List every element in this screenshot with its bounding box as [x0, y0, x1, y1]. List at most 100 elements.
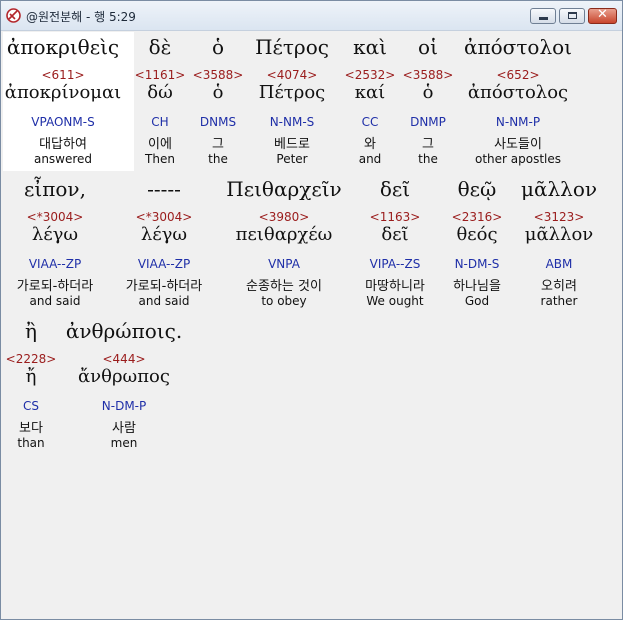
- strong-number[interactable]: <2532>: [345, 68, 396, 82]
- greek-word: εἶπον,: [24, 177, 86, 201]
- greek-word: ἀποκριθεὶς: [6, 35, 120, 59]
- korean-gloss: 마땅하니라: [365, 279, 425, 294]
- lemma: ἀπόστολος: [467, 82, 569, 103]
- korean-gloss: 보다: [19, 421, 43, 436]
- english-gloss: the: [208, 152, 228, 166]
- lemma: καί: [354, 82, 386, 103]
- parsing-code: VIAA--ZP: [28, 257, 82, 271]
- korean-gloss: 사람: [112, 421, 136, 436]
- lemma: λέγω: [140, 224, 188, 245]
- parsing-code: N-DM-S: [454, 257, 500, 271]
- korean-gloss: 사도들이: [494, 137, 542, 152]
- greek-word: ἀπόστολοι: [463, 35, 573, 59]
- parsing-code: N-NM-P: [495, 115, 541, 129]
- english-gloss: We ought: [366, 294, 424, 308]
- greek-word: Πειθαρχεῖν: [226, 177, 342, 201]
- parsing-code: VIPA--ZS: [369, 257, 421, 271]
- parsing-code: CS: [23, 399, 39, 413]
- strong-number[interactable]: <3980>: [259, 210, 310, 224]
- parsing-code: CH: [151, 115, 169, 129]
- korean-gloss: 하나님을: [453, 279, 501, 294]
- strong-number[interactable]: <2228>: [6, 352, 57, 366]
- app-window: @원전분해 - 행 5:29 ✕ ἀποκριθεὶς <611> ἀποκρί…: [0, 0, 623, 620]
- greek-word: θεῷ: [457, 177, 497, 201]
- lemma: πειθαρχέω: [235, 224, 333, 245]
- parsing-code: ABM: [545, 257, 573, 271]
- lemma: ἄνθρωπος: [78, 366, 170, 387]
- strong-number[interactable]: <3588>: [403, 68, 454, 82]
- lemma: ὁ: [212, 82, 224, 103]
- english-gloss: other apostles: [474, 152, 562, 166]
- lemma: ἀποκρίνομαι: [4, 82, 122, 103]
- analysis-pane[interactable]: ἀποκριθεὶς <611> ἀποκρίνομαι VPAONM-S 대답…: [3, 32, 620, 617]
- parsing-code: DNMP: [410, 115, 446, 129]
- english-gloss: and: [358, 152, 382, 166]
- maximize-icon: [568, 12, 577, 19]
- parsing-code: N-NM-S: [269, 115, 315, 129]
- parsing-code: VIAA--ZP: [137, 257, 191, 271]
- window-title: @원전분해 - 행 5:29: [26, 10, 136, 24]
- english-gloss: and said: [29, 294, 81, 308]
- greek-word: ἀνθρώποις.: [65, 319, 183, 343]
- app-logo-icon: [6, 8, 21, 23]
- english-gloss: than: [17, 436, 45, 450]
- greek-word: καὶ: [353, 35, 387, 59]
- lemma: θεός: [456, 224, 498, 245]
- korean-gloss: 순종하는 것이: [246, 279, 322, 294]
- greek-word: δεῖ: [379, 177, 411, 201]
- lemma: μᾶλλον: [524, 224, 594, 245]
- strong-number[interactable]: <2316>: [452, 210, 503, 224]
- minimize-button[interactable]: [530, 8, 556, 24]
- parsing-code: VNPA: [268, 257, 300, 271]
- strong-number[interactable]: <1161>: [135, 68, 186, 82]
- lemma: ὁ: [422, 82, 434, 103]
- lemma: δώ: [147, 82, 173, 103]
- english-gloss: answered: [33, 152, 93, 166]
- close-icon: ✕: [597, 7, 608, 22]
- korean-gloss: 대답하여: [39, 137, 87, 152]
- parsing-code: DNMS: [199, 115, 237, 129]
- english-gloss: Peter: [276, 152, 308, 166]
- korean-gloss: 그: [422, 137, 434, 152]
- korean-gloss: 와: [364, 137, 376, 152]
- english-gloss: and said: [138, 294, 190, 308]
- strong-number[interactable]: <*3004>: [136, 210, 193, 224]
- strong-number[interactable]: <444>: [102, 352, 145, 366]
- greek-word: ἢ: [25, 319, 37, 343]
- korean-gloss: 베드로: [274, 137, 310, 152]
- english-gloss: men: [110, 436, 138, 450]
- english-gloss: God: [464, 294, 490, 308]
- greek-word: ὁ: [211, 35, 225, 59]
- strong-number[interactable]: <611>: [41, 68, 84, 82]
- minimize-icon: [539, 17, 548, 20]
- greek-word: -----: [147, 177, 181, 201]
- title-bar[interactable]: @원전분해 - 행 5:29 ✕: [1, 1, 622, 31]
- lemma: λέγω: [31, 224, 79, 245]
- greek-word: Πέτρος: [255, 35, 329, 59]
- greek-word: οἱ: [418, 35, 438, 59]
- parsing-code: CC: [361, 115, 379, 129]
- lemma: Πέτρος: [258, 82, 326, 103]
- lemma: ἤ: [25, 366, 37, 387]
- maximize-button[interactable]: [559, 8, 585, 24]
- korean-gloss: 가로되-하더라: [125, 279, 203, 294]
- close-button[interactable]: ✕: [588, 7, 617, 24]
- korean-gloss: 그: [212, 137, 224, 152]
- strong-number[interactable]: <4074>: [267, 68, 318, 82]
- korean-gloss: 가로되-하더라: [16, 279, 94, 294]
- english-gloss: Then: [145, 152, 175, 166]
- lemma: δεῖ: [381, 224, 409, 245]
- parsing-code: VPAONM-S: [31, 115, 95, 129]
- korean-gloss: 오히려: [541, 279, 577, 294]
- parsing-code: N-DM-P: [101, 399, 147, 413]
- english-gloss: to obey: [261, 294, 307, 308]
- strong-number[interactable]: <3588>: [193, 68, 244, 82]
- english-gloss: the: [418, 152, 438, 166]
- strong-number[interactable]: <652>: [496, 68, 539, 82]
- greek-word: μᾶλλον: [520, 177, 598, 201]
- korean-gloss: 이에: [148, 137, 172, 152]
- strong-number[interactable]: <3123>: [534, 210, 585, 224]
- strong-number[interactable]: <*3004>: [27, 210, 84, 224]
- greek-word: δὲ: [148, 35, 172, 59]
- strong-number[interactable]: <1163>: [370, 210, 421, 224]
